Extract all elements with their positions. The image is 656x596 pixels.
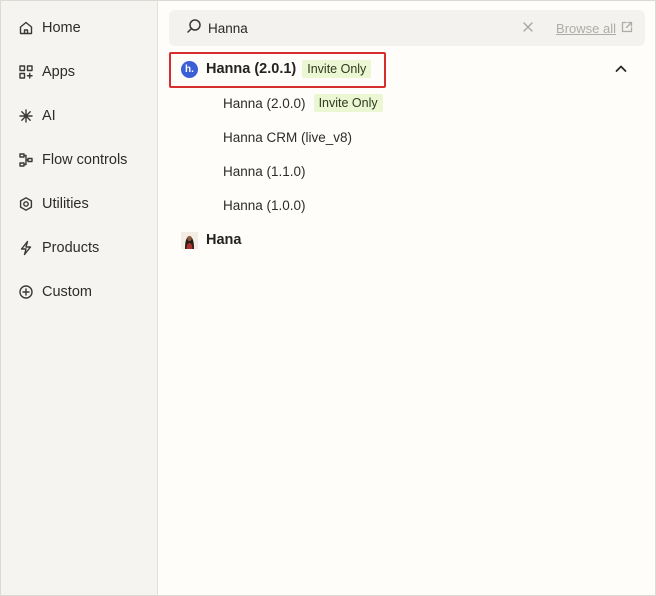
sidebar-item-label: AI [42,108,56,124]
sidebar-item-products[interactable]: Products [1,226,157,270]
hanna-logo-icon: h. [181,60,198,78]
version-label: Hanna (1.0.0) [223,197,306,213]
utilities-icon [18,196,34,212]
sidebar-item-home[interactable]: Home [1,6,157,50]
version-label: Hanna CRM (live_v8) [223,129,353,145]
sidebar-item-label: Custom [42,284,92,300]
close-icon[interactable] [522,21,536,35]
sidebar-item-custom[interactable]: Custom [1,270,157,314]
version-item[interactable]: Hanna (2.0.0) Invite Only [169,86,645,120]
sidebar-item-label: Utilities [42,196,89,212]
browse-all-label: Browse all [556,20,616,36]
search-icon [186,18,202,39]
version-item[interactable]: Hanna CRM (live_v8) [169,120,645,154]
sidebar-item-apps[interactable]: Apps [1,50,157,94]
invite-only-badge: Invite Only [302,60,372,78]
result-app-hanna[interactable]: h. Hanna (2.0.1) Invite Only [169,52,645,88]
ai-sparkle-icon [18,108,34,124]
app-window: Home Apps AI Flow controls Utilities Pro… [0,0,656,596]
sidebar-item-label: Apps [42,64,76,80]
sidebar: Home Apps AI Flow controls Utilities Pro… [1,1,158,595]
bolt-icon [18,240,34,256]
result-name: Hana [206,232,242,248]
browse-all-link[interactable]: Browse all [556,21,633,36]
external-link-icon [621,21,633,36]
sidebar-item-flow-controls[interactable]: Flow controls [1,138,157,182]
custom-plus-icon [18,284,34,300]
sidebar-item-label: Home [42,20,81,36]
version-label: Hanna (1.1.0) [223,163,306,179]
search-results: h. Hanna (2.0.1) Invite Only Hanna (2.0.… [169,52,645,258]
chevron-up-icon[interactable] [613,61,629,77]
invite-only-badge: Invite Only [313,94,383,112]
search-input[interactable] [208,10,523,46]
apps-icon [18,64,34,80]
person-avatar-icon [181,231,198,249]
version-label: Hanna (2.0.0) [223,95,306,111]
version-item[interactable]: Hanna (1.1.0) [169,154,645,188]
search-bar: Browse all [169,10,645,46]
result-app-name: Hanna (2.0.1) [206,61,297,77]
main-panel: Browse all h. Hanna (2.0.1) Invite Only … [158,1,655,595]
sidebar-item-utilities[interactable]: Utilities [1,182,157,226]
sidebar-item-label: Products [42,240,100,256]
version-item[interactable]: Hanna (1.0.0) [169,188,645,222]
result-hana[interactable]: Hana [169,222,645,258]
flow-controls-icon [18,152,34,168]
home-icon [18,20,34,36]
sidebar-item-ai[interactable]: AI [1,94,157,138]
sidebar-item-label: Flow controls [42,152,128,168]
